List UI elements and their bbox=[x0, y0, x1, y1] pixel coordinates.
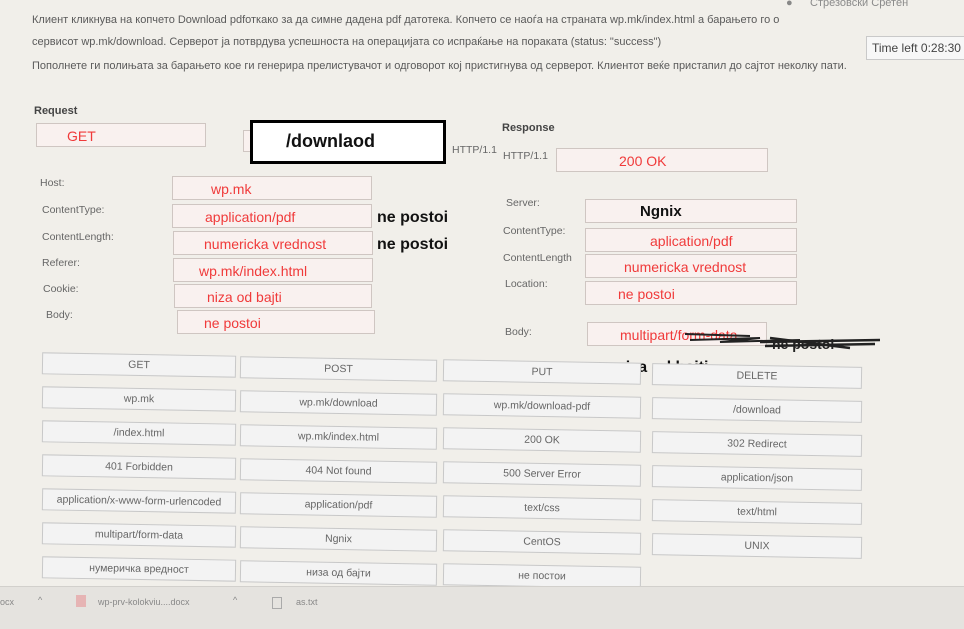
response-contenttype-field[interactable]: aplication/pdf bbox=[585, 228, 797, 252]
text-file-icon bbox=[272, 597, 282, 609]
option-chip[interactable]: wp.mk bbox=[41, 386, 237, 412]
request-label-contentlength: ContentLength: bbox=[42, 231, 114, 243]
taskbar-file-1[interactable]: wp-prv-kolokviu....docx bbox=[98, 597, 190, 607]
option-chip[interactable]: GET bbox=[41, 352, 237, 378]
request-contentlength-note: ne postoi bbox=[377, 236, 449, 253]
option-chip[interactable]: multipart/form-data bbox=[41, 522, 237, 548]
option-chip[interactable]: не постои bbox=[442, 563, 642, 589]
request-label-host: Host: bbox=[40, 177, 65, 189]
option-chip[interactable]: 302 Redirect bbox=[651, 430, 863, 457]
scribble-text: ne postoi bbox=[772, 336, 834, 352]
response-label-server: Server: bbox=[506, 197, 540, 209]
request-protocol: HTTP/1.1 bbox=[452, 144, 497, 156]
response-location-field[interactable]: ne postoi bbox=[585, 281, 797, 305]
response-label-contenttype: ContentType: bbox=[503, 225, 566, 237]
response-protocol: HTTP/1.1 bbox=[503, 150, 548, 162]
request-contentlength-field[interactable]: numericka vrednost bbox=[173, 231, 373, 255]
document-icon bbox=[76, 595, 86, 607]
option-chip[interactable]: text/html bbox=[651, 498, 863, 525]
user-name: Стрезовски Сретен bbox=[810, 0, 909, 9]
option-chip[interactable]: /download bbox=[651, 396, 863, 423]
option-chip[interactable]: UNIX bbox=[651, 532, 863, 559]
option-chip[interactable]: wp.mk/download bbox=[239, 389, 438, 416]
user-icon: ● bbox=[786, 0, 793, 9]
request-referer-field[interactable]: wp.mk/index.html bbox=[173, 258, 373, 282]
request-host-field[interactable]: wp.mk bbox=[172, 176, 372, 200]
chevron-up-icon[interactable]: ^ bbox=[38, 595, 42, 605]
request-label-cookie: Cookie: bbox=[43, 283, 79, 295]
option-chip[interactable]: 401 Forbidden bbox=[41, 454, 237, 480]
option-chip[interactable]: application/x-www-form-urlencoded bbox=[41, 488, 237, 514]
instruction-line-3: Пополнете ги полињата за барањето кое ги… bbox=[32, 60, 847, 72]
scribble-strikethrough: ne postoi bbox=[684, 333, 881, 352]
option-chip[interactable]: application/json bbox=[651, 464, 863, 491]
chevron-up-icon[interactable]: ^ bbox=[233, 595, 237, 605]
response-server-field[interactable]: Ngnix bbox=[585, 199, 797, 223]
timer-box: Time left 0:28:30 bbox=[866, 36, 964, 60]
request-contenttype-field[interactable]: application/pdf bbox=[172, 204, 372, 228]
option-chip[interactable]: 500 Server Error bbox=[442, 461, 642, 487]
response-label-location: Location: bbox=[505, 278, 548, 290]
option-chip[interactable]: text/css bbox=[442, 495, 642, 521]
taskbar: ocx ^ wp-prv-kolokviu....docx ^ as.txt bbox=[0, 586, 964, 629]
response-status-field[interactable]: 200 OK bbox=[556, 148, 768, 172]
option-chip[interactable]: PUT bbox=[442, 359, 642, 385]
option-chip[interactable]: 200 OK bbox=[442, 427, 642, 453]
request-label-referer: Referer: bbox=[42, 257, 80, 269]
request-url-field[interactable]: /downlaod bbox=[250, 120, 446, 164]
request-body-field[interactable]: ne postoi bbox=[177, 310, 375, 334]
option-chip[interactable]: Ngnix bbox=[239, 525, 438, 552]
option-chip[interactable]: нумеричка вредност bbox=[41, 556, 237, 582]
response-label-body: Body: bbox=[505, 326, 532, 338]
option-chip[interactable]: wp.mk/download-pdf bbox=[442, 393, 642, 419]
option-chip[interactable]: /index.html bbox=[41, 420, 237, 446]
option-chip[interactable]: 404 Not found bbox=[239, 457, 438, 484]
option-chip[interactable]: POST bbox=[239, 355, 438, 382]
option-chip[interactable]: CentOS bbox=[442, 529, 642, 555]
option-chip[interactable]: application/pdf bbox=[239, 491, 438, 518]
instruction-line-2: сервисот wp.mk/download. Серверот ја пот… bbox=[32, 36, 662, 48]
taskbar-file-2[interactable]: as.txt bbox=[296, 597, 318, 607]
request-label-contenttype: ContentType: bbox=[42, 204, 105, 216]
response-title: Response bbox=[502, 122, 555, 134]
request-cookie-field[interactable]: niza od bajti bbox=[174, 284, 372, 308]
taskbar-left-text: ocx bbox=[0, 597, 15, 607]
option-chip[interactable]: wp.mk/index.html bbox=[239, 423, 438, 450]
response-contentlength-field[interactable]: numericka vrednost bbox=[585, 254, 797, 278]
instruction-line-1: Клиент кликнува на копчето Download pdfо… bbox=[32, 14, 780, 26]
request-method-field[interactable]: GET bbox=[36, 123, 206, 147]
option-chip[interactable]: DELETE bbox=[651, 362, 863, 389]
request-label-body: Body: bbox=[46, 309, 73, 321]
request-title: Request bbox=[34, 105, 78, 117]
response-label-contentlength: ContentLength bbox=[503, 252, 572, 264]
request-contenttype-note: ne postoi bbox=[377, 209, 449, 226]
option-chip[interactable]: низа од бајти bbox=[239, 559, 438, 586]
